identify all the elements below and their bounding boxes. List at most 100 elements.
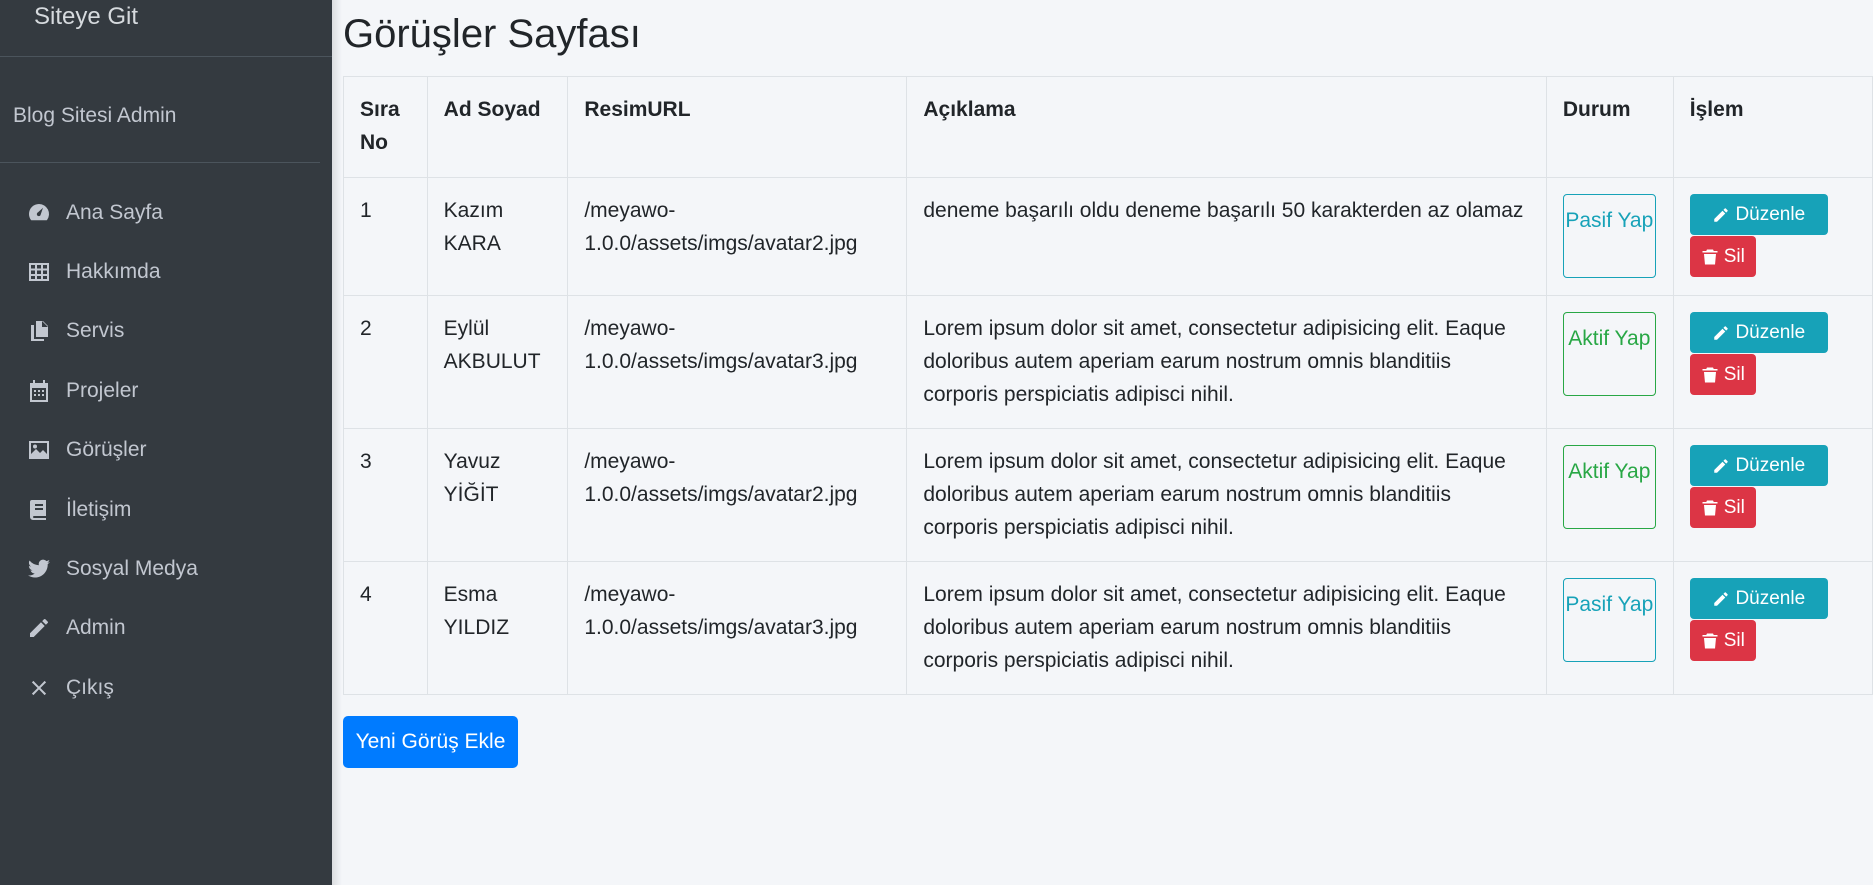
sidebar-item-cikis[interactable]: Çıkış xyxy=(0,658,320,717)
sidebar-nav: Ana Sayfa Hakkımda Servis Projeler Görüş… xyxy=(0,183,320,718)
edit-button[interactable]: Düzenle xyxy=(1689,194,1828,235)
sidebar-item-label: Çıkış xyxy=(66,675,114,699)
sidebar-item-iletisim[interactable]: İletişim xyxy=(0,480,320,539)
image-icon xyxy=(26,437,52,463)
book-icon xyxy=(26,497,52,523)
edit-button[interactable]: Düzenle xyxy=(1689,445,1828,486)
cell-no: 3 xyxy=(343,428,428,562)
trash-icon xyxy=(1702,500,1718,515)
cell-url: /meyawo-1.0.0/assets/imgs/avatar3.jpg xyxy=(567,295,908,429)
cell-desc: deneme başarılı oldu deneme başarılı 50 … xyxy=(906,177,1547,296)
edit-button[interactable]: Düzenle xyxy=(1689,578,1828,619)
table-row: 3 Yavuz YİĞİT /meyawo-1.0.0/assets/imgs/… xyxy=(343,428,1873,562)
delete-label: Sil xyxy=(1723,246,1745,267)
header-name: Ad Soyad xyxy=(426,76,569,178)
pencil-icon xyxy=(26,615,52,641)
sidebar-item-label: Admin xyxy=(66,616,126,640)
twitter-icon xyxy=(26,556,52,582)
edit-label: Düzenle xyxy=(1735,204,1806,225)
copy-icon xyxy=(26,318,52,344)
cell-url: /meyawo-1.0.0/assets/imgs/avatar2.jpg xyxy=(567,428,908,562)
delete-button[interactable]: Sil xyxy=(1689,354,1756,395)
sidebar-item-label: Ana Sayfa xyxy=(66,200,163,224)
sidebar: Siteye Git Blog Sitesi Admin Ana Sayfa H… xyxy=(0,0,332,885)
edit-button[interactable]: Düzenle xyxy=(1689,312,1828,353)
add-review-button[interactable]: Yeni Görüş Ekle xyxy=(343,716,518,768)
trash-icon xyxy=(1702,633,1718,648)
cell-name: Esma YILDIZ xyxy=(426,561,569,695)
delete-button[interactable]: Sil xyxy=(1689,487,1756,528)
cell-url: /meyawo-1.0.0/assets/imgs/avatar3.jpg xyxy=(567,561,908,695)
edit-label: Düzenle xyxy=(1735,588,1806,609)
cell-status: Aktif Yap xyxy=(1545,295,1674,429)
sidebar-item-label: Hakkımda xyxy=(66,260,161,284)
close-icon xyxy=(26,675,52,701)
trash-icon xyxy=(1702,367,1718,382)
aktif-yap-button[interactable]: Aktif Yap xyxy=(1562,445,1656,529)
sidebar-item-servis[interactable]: Servis xyxy=(0,302,320,361)
pencil-icon xyxy=(1714,325,1729,340)
cell-no: 4 xyxy=(343,561,428,695)
edit-label: Düzenle xyxy=(1735,322,1806,343)
delete-label: Sil xyxy=(1723,497,1745,518)
sidebar-item-admin[interactable]: Admin xyxy=(0,599,320,658)
sidebar-item-sosyal-medya[interactable]: Sosyal Medya xyxy=(0,539,320,598)
tachometer-icon xyxy=(26,200,52,226)
cell-status: Aktif Yap xyxy=(1545,428,1674,562)
sidebar-item-hakkimda[interactable]: Hakkımda xyxy=(0,242,320,301)
header-no: Sıra No xyxy=(343,76,428,178)
cell-name: Eylül AKBULUT xyxy=(426,295,569,429)
pasif-yap-button[interactable]: Pasif Yap xyxy=(1562,194,1656,278)
delete-label: Sil xyxy=(1723,630,1745,651)
sidebar-item-label: Projeler xyxy=(66,378,139,402)
cell-status: Pasif Yap xyxy=(1545,177,1674,296)
header-desc: Açıklama xyxy=(906,76,1547,178)
main-content: Görüşler Sayfası Sıra No Ad Soyad ResimU… xyxy=(332,0,1873,885)
pencil-icon xyxy=(1714,458,1729,473)
cell-action: Düzenle Sil xyxy=(1672,561,1873,695)
page-title: Görüşler Sayfası xyxy=(343,12,641,56)
calendar-icon xyxy=(26,378,52,404)
cell-url: /meyawo-1.0.0/assets/imgs/avatar2.jpg xyxy=(567,177,908,296)
sidebar-item-label: Sosyal Medya xyxy=(66,557,198,581)
grid-icon xyxy=(26,259,52,285)
user-name[interactable]: Blog Sitesi Admin xyxy=(13,104,176,128)
cell-action: Düzenle Sil xyxy=(1672,428,1873,562)
cell-no: 1 xyxy=(343,177,428,296)
cell-desc: Lorem ipsum dolor sit amet, consectetur … xyxy=(906,561,1547,695)
user-panel: Blog Sitesi Admin xyxy=(0,57,320,163)
pasif-yap-button[interactable]: Pasif Yap xyxy=(1562,578,1656,662)
trash-icon xyxy=(1702,249,1718,264)
sidebar-item-label: Görüşler xyxy=(66,438,147,462)
aktif-yap-button[interactable]: Aktif Yap xyxy=(1562,312,1656,396)
table-row: 1 Kazım KARA /meyawo-1.0.0/assets/imgs/a… xyxy=(343,177,1873,296)
delete-button[interactable]: Sil xyxy=(1689,620,1756,661)
sidebar-item-ana-sayfa[interactable]: Ana Sayfa xyxy=(0,183,320,242)
reviews-table: Sıra No Ad Soyad ResimURL Açıklama Durum… xyxy=(343,76,1873,695)
delete-label: Sil xyxy=(1723,364,1745,385)
pencil-icon xyxy=(1714,207,1729,222)
table-row: 4 Esma YILDIZ /meyawo-1.0.0/assets/imgs/… xyxy=(343,561,1873,695)
cell-name: Yavuz YİĞİT xyxy=(426,428,569,562)
cell-desc: Lorem ipsum dolor sit amet, consectetur … xyxy=(906,295,1547,429)
brand-text: Siteye Git xyxy=(34,3,139,30)
header-action: İşlem xyxy=(1672,76,1873,178)
pencil-icon xyxy=(1714,591,1729,606)
table-header-row: Sıra No Ad Soyad ResimURL Açıklama Durum… xyxy=(343,76,1873,178)
delete-button[interactable]: Sil xyxy=(1689,236,1756,277)
cell-action: Düzenle Sil xyxy=(1672,295,1873,429)
edit-label: Düzenle xyxy=(1735,455,1806,476)
sidebar-item-gorusler[interactable]: Görüşler xyxy=(0,421,320,480)
cell-name: Kazım KARA xyxy=(426,177,569,296)
table-row: 2 Eylül AKBULUT /meyawo-1.0.0/assets/img… xyxy=(343,295,1873,429)
sidebar-item-label: İletişim xyxy=(66,497,132,521)
cell-action: Düzenle Sil xyxy=(1672,177,1873,296)
sidebar-item-projeler[interactable]: Projeler xyxy=(0,361,320,420)
header-url: ResimURL xyxy=(567,76,908,178)
header-status: Durum xyxy=(1545,76,1674,178)
sidebar-item-label: Servis xyxy=(66,319,125,343)
cell-no: 2 xyxy=(343,295,428,429)
cell-desc: Lorem ipsum dolor sit amet, consectetur … xyxy=(906,428,1547,562)
brand-link[interactable]: Siteye Git xyxy=(0,0,332,57)
cell-status: Pasif Yap xyxy=(1545,561,1674,695)
